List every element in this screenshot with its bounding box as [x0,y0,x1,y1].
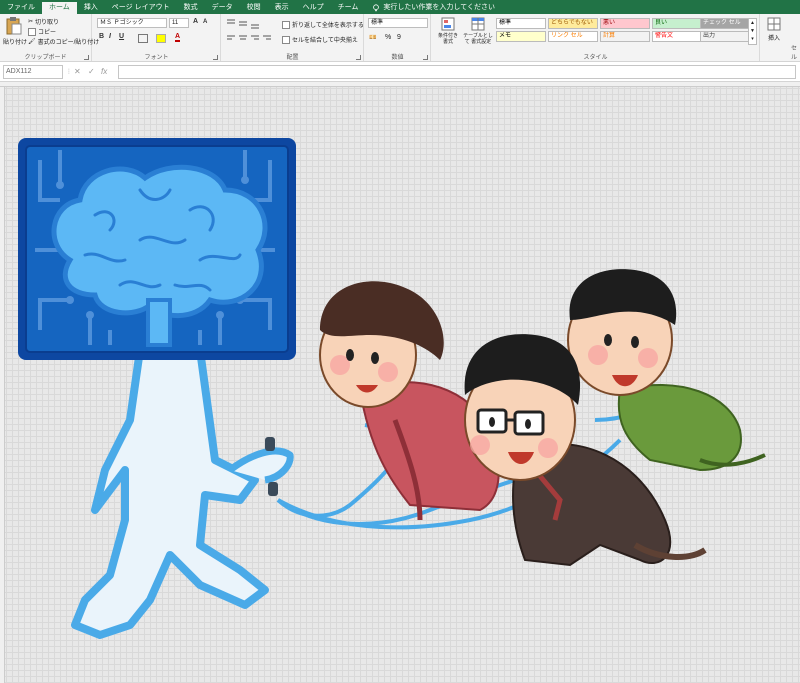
wrap-text-icon [282,20,290,29]
fill-color-icon[interactable] [156,34,166,43]
comma-button[interactable]: 9 [397,34,401,41]
shrink-font-button[interactable]: A [203,19,207,25]
cut-label: 切り取り [35,20,60,26]
table-icon [471,17,485,31]
insert-cells-icon [767,17,781,31]
wrap-text-button[interactable]: 折り返して全体を表示する [282,20,364,29]
namebox-dropdown-icon[interactable]: ⋮ [66,68,72,75]
cells-group: 挿入 セル [761,14,800,61]
italic-button[interactable]: I [109,33,111,40]
cells-group-label: セル [791,46,798,61]
merge-icon [282,35,290,44]
cell-style-7[interactable]: 計算 [600,31,650,42]
tab-team[interactable]: チーム [331,2,366,14]
border-icon[interactable] [138,34,148,43]
tab-page-layout[interactable]: ページ レイアウト [105,2,177,14]
ribbon: 貼り付け ✂ 切り取り コピー 🖌 書式のコピー/貼り付け クリップボード ＭＳ Ｐ… [0,14,800,62]
conditional-format-label: 条件付き 書式 [437,33,458,45]
name-box[interactable]: ADX112 [3,65,63,79]
currency-button[interactable]: 💴 [369,34,376,41]
tab-insert[interactable]: 挿入 [77,2,105,14]
ai-brain-head [18,138,296,360]
number-format-select[interactable]: 標準 [368,18,428,28]
gallery-scroll[interactable]: ▲ ▼ ▾ [748,18,757,45]
tab-data[interactable]: データ [205,2,240,14]
tell-me-text: 実行したい作業を入力してください [383,4,495,11]
cell-style-8[interactable]: 警告文 [652,31,702,42]
tab-file[interactable]: ファイル [0,2,42,14]
clipboard-paste-icon [6,17,22,35]
grow-font-button[interactable]: A [193,18,198,25]
tab-review[interactable]: 校閲 [240,2,268,14]
font-group: ＭＳ Ｐゴシック 11 A A B I U A フォント [93,14,221,61]
number-group: 標準 💴 % 9 数値 [365,14,431,61]
format-as-table-button[interactable]: テーブルとして 書式設定 [463,17,493,45]
scissors-icon: ✂ [28,19,34,25]
ribbon-tab-bar: ファイル ホーム 挿入 ページ レイアウト 数式 データ 校閲 表示 ヘルプ チ… [0,0,800,14]
cell-style-4[interactable]: チェック セル [700,18,750,29]
cell-style-3[interactable]: 良い [652,18,702,29]
tab-help[interactable]: ヘルプ [296,2,331,14]
paste-button[interactable]: 貼り付け [3,17,28,46]
ai-robot-body [71,346,294,639]
align-icons[interactable] [226,18,276,44]
font-name-select[interactable]: ＭＳ Ｐゴシック [97,18,167,28]
copy-label: コピー [38,30,57,36]
function-icon[interactable]: fx [101,67,107,76]
cell-style-9[interactable]: 出力 [700,31,750,42]
alignment-launcher[interactable] [356,55,361,60]
child-figure [567,269,766,472]
clipboard-group-label: クリップボード [24,55,67,61]
underline-button[interactable]: U [119,33,124,40]
paintbrush-icon: 🖌 [28,39,36,45]
cell-style-1[interactable]: どちらでもない [548,18,598,29]
insert-cells-label: 挿入 [767,36,780,42]
formula-bar: ADX112 ⋮ ✕ ✓ fx [0,62,800,82]
alignment-group-label: 配置 [286,55,299,61]
ai-leash-illustration[interactable] [0,82,800,683]
font-group-label: フォント [144,55,169,61]
format-as-table-label: テーブルとして 書式設定 [463,33,493,45]
cell-style-5[interactable]: メモ [496,31,546,42]
cell-style-0[interactable]: 標準 [496,18,546,29]
tab-home[interactable]: ホーム [42,2,77,14]
conditional-format-button[interactable]: 条件付き 書式 [435,17,461,45]
tab-view[interactable]: 表示 [268,2,296,14]
formula-input[interactable] [118,65,796,79]
merge-center-button[interactable]: セルを結合して中央揃え [282,35,358,44]
cell-style-2[interactable]: 悪い [600,18,650,29]
enter-icon[interactable]: ✓ [88,67,95,76]
cancel-icon[interactable]: ✕ [74,67,81,76]
tell-me-box[interactable]: 実行したい作業を入力してください [365,2,502,14]
insert-cells-button[interactable]: 挿入 [767,17,781,42]
tab-formulas[interactable]: 数式 [177,2,205,14]
lightbulb-icon [373,4,380,12]
number-group-label: 数値 [391,55,404,61]
format-painter-label: 書式のコピー/貼り付け [37,40,100,46]
wrap-text-label: 折り返して全体を表示する [292,23,364,29]
bold-button[interactable]: B [99,33,104,40]
conditional-format-icon [441,17,455,31]
alignment-group: 折り返して全体を表示する セルを結合して中央揃え 配置 [222,14,364,61]
cut-button[interactable]: ✂ 切り取り [28,17,59,26]
font-size-select[interactable]: 11 [169,18,189,28]
percent-button[interactable]: % [385,34,391,41]
styles-group: 条件付き 書式 テーブルとして 書式設定 標準 どちらでもない 悪い 良い チェック セ… [432,14,760,61]
merge-label: セルを結合して中央揃え [292,38,358,44]
styles-group-label: スタイル [583,55,608,61]
copy-button[interactable]: コピー [28,27,56,36]
copy-icon [28,27,36,36]
cell-style-6[interactable]: リンク セル [548,31,598,42]
excel-window: ファイル ホーム 挿入 ページ レイアウト 数式 データ 校閲 表示 ヘルプ チ… [0,0,800,683]
paste-label: 貼り付け [3,40,28,46]
format-painter-button[interactable]: 🖌 書式のコピー/貼り付け [28,37,99,46]
font-launcher[interactable] [213,55,218,60]
font-color-icon[interactable]: A [175,33,181,42]
clipboard-group: 貼り付け ✂ 切り取り コピー 🖌 書式のコピー/貼り付け クリップボード [0,14,99,61]
number-launcher[interactable] [423,55,428,60]
clipboard-launcher[interactable] [84,55,89,60]
